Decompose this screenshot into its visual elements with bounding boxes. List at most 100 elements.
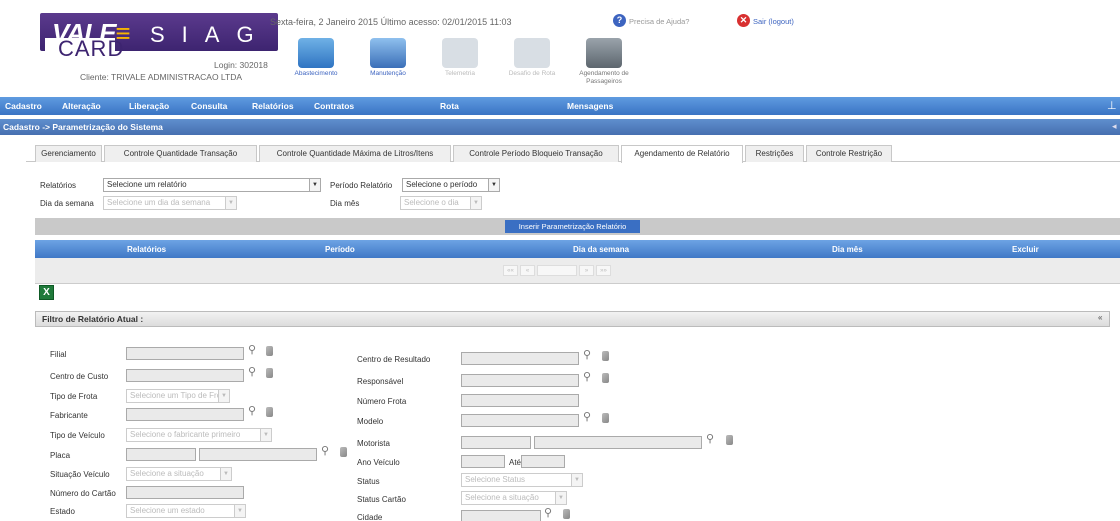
numero-cartao-input[interactable] <box>126 486 244 499</box>
col-dia-mes[interactable]: Dia mês <box>832 245 863 254</box>
menu-alteracao[interactable]: Alteração <box>62 101 101 111</box>
close-circle-icon[interactable]: ✕ <box>737 14 750 27</box>
question-circle-icon[interactable]: ? <box>613 14 626 27</box>
eraser-icon[interactable] <box>266 368 273 378</box>
eraser-icon[interactable] <box>602 351 609 361</box>
magnifier-icon[interactable]: ⚲ <box>248 343 256 356</box>
motorista-input-2[interactable] <box>534 436 702 449</box>
eraser-icon[interactable] <box>266 407 273 417</box>
numero-frota-label: Número Frota <box>357 397 407 406</box>
motorista-input-1[interactable] <box>461 436 531 449</box>
chevron-down-icon: ▼ <box>555 492 566 504</box>
tab-controle-periodo-bloqueio[interactable]: Controle Período Bloqueio Transação <box>453 145 619 162</box>
collapse-icon[interactable]: « <box>1098 313 1102 322</box>
modelo-label: Modelo <box>357 417 384 426</box>
ano-veiculo-to-input[interactable] <box>521 455 565 468</box>
magnifier-icon[interactable]: ⚲ <box>583 348 591 361</box>
situacao-veiculo-label: Situação Veículo <box>50 470 110 479</box>
menu-contratos[interactable]: Contratos <box>314 101 354 111</box>
module-telemetria[interactable]: Telemetria <box>422 38 498 78</box>
magnifier-icon[interactable]: ⚲ <box>248 404 256 417</box>
filial-input[interactable] <box>126 347 244 360</box>
numero-frota-input[interactable] <box>461 394 579 407</box>
menu-liberacao[interactable]: Liberação <box>129 101 169 111</box>
help-link[interactable]: Precisa de Ajuda? <box>629 17 689 26</box>
fuel-pump-icon <box>298 38 334 68</box>
next-page-button[interactable]: » <box>579 265 594 276</box>
menu-relatorios[interactable]: Relatórios <box>252 101 294 111</box>
status-cartao-select[interactable]: Selecione a situação ▼ <box>461 491 567 505</box>
menu-consulta[interactable]: Consulta <box>191 101 227 111</box>
col-periodo[interactable]: Período <box>325 245 355 254</box>
chevron-down-icon: ▼ <box>571 474 582 486</box>
magnifier-icon[interactable]: ⚲ <box>583 410 591 423</box>
col-dia-semana[interactable]: Dia da semana <box>573 245 629 254</box>
magnifier-icon[interactable]: ⚲ <box>544 506 552 519</box>
excel-export-icon[interactable]: X <box>39 285 54 300</box>
tab-agendamento-relatorio[interactable]: Agendamento de Relatório <box>621 145 743 163</box>
magnifier-icon[interactable]: ⚲ <box>248 365 256 378</box>
chevron-down-icon: ▼ <box>260 429 271 441</box>
eraser-icon[interactable] <box>602 373 609 383</box>
eraser-icon[interactable] <box>602 413 609 423</box>
magnifier-icon[interactable]: ⚲ <box>583 370 591 383</box>
tab-controle-restricao[interactable]: Controle Restrição <box>806 145 892 162</box>
centro-custo-input[interactable] <box>126 369 244 382</box>
first-page-button[interactable]: «« <box>503 265 518 276</box>
magnifier-icon[interactable]: ⚲ <box>321 444 329 457</box>
motorista-label: Motorista <box>357 439 390 448</box>
prev-page-button[interactable]: « <box>520 265 535 276</box>
module-desafio-rota[interactable]: Desafio de Rota <box>494 38 570 78</box>
pin-icon[interactable]: ⊥ <box>1107 99 1117 112</box>
insert-parametrization-button[interactable]: Inserir Parametrização Relatório <box>505 220 640 233</box>
responsavel-input[interactable] <box>461 374 579 387</box>
tipo-frota-label: Tipo de Frota <box>50 392 98 401</box>
last-page-button[interactable]: »» <box>596 265 611 276</box>
collapse-icon[interactable]: ◂ <box>1112 121 1117 132</box>
menu-cadastro[interactable]: Cadastro <box>5 101 42 111</box>
col-relatorios[interactable]: Relatórios <box>127 245 166 254</box>
tab-controle-quantidade-maxima[interactable]: Controle Quantidade Máxima de Litros/Ite… <box>259 145 451 162</box>
menu-mensagens[interactable]: Mensagens <box>567 101 613 111</box>
module-agendamento[interactable]: Agendamento de Passageiros <box>566 38 642 86</box>
menu-rota[interactable]: Rota <box>440 101 459 111</box>
col-excluir[interactable]: Excluir <box>1012 245 1039 254</box>
responsavel-label: Responsável <box>357 377 404 386</box>
ano-veiculo-label: Ano Veículo <box>357 458 400 467</box>
periodo-label: Período Relatório <box>330 181 393 190</box>
placa-input-2[interactable] <box>199 448 317 461</box>
eraser-icon[interactable] <box>340 447 347 457</box>
wrench-icon <box>370 38 406 68</box>
chevron-down-icon: ▼ <box>470 197 481 209</box>
periodo-select[interactable]: Selecione o período ▼ <box>402 178 500 192</box>
dia-semana-select[interactable]: Selecione um dia da semana ▼ <box>103 196 237 210</box>
placa-input-1[interactable] <box>126 448 196 461</box>
tipo-veiculo-select[interactable]: Selecione o fabricante primeiro ▼ <box>126 428 272 442</box>
fabricante-input[interactable] <box>126 408 244 421</box>
tab-controle-quantidade-transacao[interactable]: Controle Quantidade Transação <box>104 145 257 162</box>
dia-mes-select[interactable]: Selecione o dia ▼ <box>400 196 482 210</box>
placa-label: Placa <box>50 451 71 460</box>
eraser-icon[interactable] <box>726 435 733 445</box>
magnifier-icon[interactable]: ⚲ <box>706 432 714 445</box>
tab-gerenciamento[interactable]: Gerenciamento <box>35 145 102 162</box>
tipo-frota-select[interactable]: Selecione um Tipo de Frota ▼ <box>126 389 230 403</box>
cidade-input[interactable] <box>461 510 541 521</box>
ano-veiculo-from-input[interactable] <box>461 455 505 468</box>
page-title: Cadastro -> Parametrização do Sistema <box>3 122 163 132</box>
eraser-icon[interactable] <box>266 346 273 356</box>
eraser-icon[interactable] <box>563 509 570 519</box>
module-manutencao[interactable]: Manutenção <box>350 38 426 78</box>
centro-resultado-input[interactable] <box>461 352 579 365</box>
tab-restricoes[interactable]: Restrições <box>745 145 804 162</box>
situacao-veiculo-select[interactable]: Selecione a situação ▼ <box>126 467 232 481</box>
status-select[interactable]: Selecione Status ▼ <box>461 473 583 487</box>
estado-select[interactable]: Selecione um estado ▼ <box>126 504 246 518</box>
filter-title: Filtro de Relatório Atual : <box>42 314 144 324</box>
module-abastecimento[interactable]: Abastecimento <box>278 38 354 78</box>
relatorios-select[interactable]: Selecione um relatório ▼ <box>103 178 321 192</box>
modelo-input[interactable] <box>461 414 579 427</box>
filial-label: Filial <box>50 350 67 359</box>
fabricante-label: Fabricante <box>50 411 88 420</box>
logout-link[interactable]: Sair (logout) <box>753 17 794 26</box>
